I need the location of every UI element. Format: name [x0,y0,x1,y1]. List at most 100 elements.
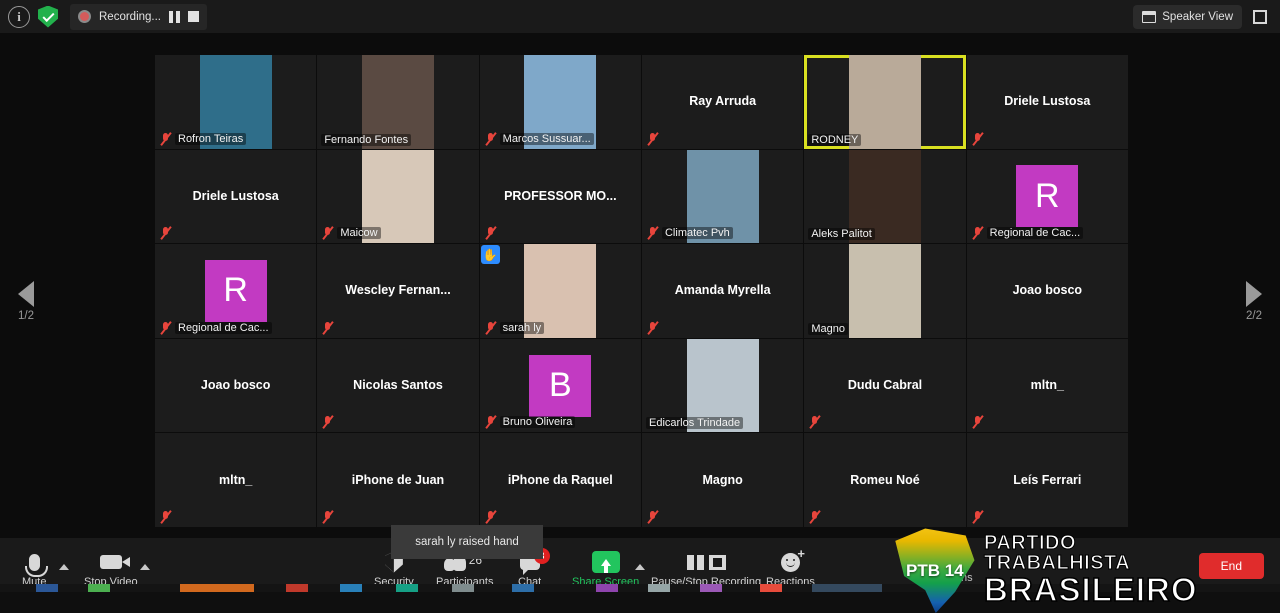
participant-name-badge [484,510,497,524]
participant-name: PROFESSOR MO... [504,188,617,203]
participant-tile[interactable]: Fernando Fontes [317,55,479,149]
participant-tile[interactable]: Maicow [317,149,479,244]
participant-tile[interactable]: mltn_ [966,338,1128,433]
reactions-button[interactable]: Reactions [766,547,815,589]
participant-tile[interactable]: iPhone de Juan [317,433,479,527]
chevron-right-icon [1246,281,1262,307]
participant-name-badge: Edicarlos Trindade [645,417,744,430]
participant-name: Aleks Palitot [808,228,875,241]
mic-muted-icon [971,415,984,429]
speaker-view-button[interactable]: Speaker View [1133,5,1242,29]
participant-name: Marcos Sussuar... [499,132,594,145]
ptb-logo-overlay: PTB 14 PARTIDO TRABALHISTA BRASILEIRO [890,525,1200,613]
participant-name-badge: Rofron Teiras [159,132,247,146]
ptb-line1: PARTIDO TRABALHISTA [984,531,1131,574]
participant-tile[interactable]: iPhone da Raquel [479,433,641,527]
end-button[interactable]: End [1198,553,1264,579]
microphone-icon [24,550,48,577]
participant-tile[interactable]: R Regional de Cac... [155,244,317,338]
participant-tile[interactable]: R Regional de Cac... [966,149,1128,244]
mic-muted-icon [971,226,984,240]
participant-name: mltn_ [218,472,253,487]
mic-muted-icon [484,415,497,429]
layout-icon [1142,11,1157,23]
participant-tile[interactable]: PROFESSOR MO... [479,149,641,244]
fullscreen-icon[interactable] [1248,5,1272,29]
mic-muted-icon [321,510,334,524]
stop-icon[interactable] [188,11,200,22]
participant-tile[interactable]: Magno [804,244,966,338]
participant-tile[interactable]: Nicolas Santos [317,338,479,433]
shield-check-icon[interactable] [38,5,58,28]
share-screen-button[interactable]: Share Screen [572,550,639,588]
share-screen-icon [591,550,620,574]
participant-tile[interactable]: Driele Lustosa [966,55,1128,149]
participant-tile[interactable]: Joao bosco [155,338,317,433]
participant-name: iPhone da Raquel [507,472,613,487]
participant-name-badge: Regional de Cac... [971,226,1084,240]
participant-name: mltn_ [1030,378,1064,393]
participant-name-badge: sarah ly [484,321,545,335]
participant-tile[interactable]: mltn_ [155,433,317,527]
mic-muted-icon [646,321,659,335]
participant-tile[interactable]: Ray Arruda [641,55,804,149]
ptb-badge-text: PTB 14 [906,561,964,580]
audio-options-chevron-icon[interactable] [59,564,69,570]
participant-tile[interactable]: Wescley Fernan... [317,244,479,338]
ptb-badge-icon: PTB 14 [890,525,978,613]
share-options-chevron-icon[interactable] [635,564,645,570]
participant-name: Driele Lustosa [1004,94,1091,109]
participant-name: Edicarlos Trindade [645,417,744,430]
participant-tile[interactable]: Amanda Myrella [641,244,804,338]
pause-stop-recording-button[interactable]: Pause/Stop Recording [651,550,761,588]
chevron-left-icon [18,281,34,307]
participant-name: RODNEY [808,133,862,146]
mute-button[interactable]: Mute [22,550,48,588]
participant-name-badge [971,132,984,146]
participant-name-badge [321,321,334,335]
participant-name: Maicow [337,227,381,240]
participant-name-badge [646,132,659,146]
participant-name: Joao bosco [1012,283,1083,298]
mic-muted-icon [321,415,334,429]
participant-name-badge: Bruno Oliveira [484,415,576,429]
participant-name: Rofron Teiras [175,132,247,145]
participant-name-badge: Climatec Pvh [646,226,733,240]
participant-name-badge [646,321,659,335]
mic-muted-icon [159,510,172,524]
participant-name-badge: RODNEY [808,133,862,146]
participant-tile[interactable]: Aleks Palitot [804,149,966,244]
participant-tile[interactable]: RODNEY [804,55,966,149]
avatar: R [204,259,267,322]
stop-video-button[interactable]: Stop Video [84,550,138,588]
next-page-button[interactable]: 2/2 [1230,281,1278,322]
mic-muted-icon [646,226,659,240]
mic-muted-icon [971,510,984,524]
prev-page-button[interactable]: 1/2 [2,281,50,322]
mic-muted-icon [321,321,334,335]
participant-name-badge [321,415,334,429]
participant-tile[interactable]: Climatec Pvh [641,149,804,244]
mic-muted-icon [484,132,497,146]
video-options-chevron-icon[interactable] [140,564,150,570]
participant-tile[interactable]: ✋ sarah ly [479,244,641,338]
participant-tile[interactable]: B Bruno Oliveira [479,338,641,433]
participant-tile[interactable]: Dudu Cabral [804,338,966,433]
participant-tile[interactable]: Leís Ferrari [966,433,1128,527]
participant-tile[interactable]: Rofron Teiras [155,55,317,149]
participant-tile[interactable]: Edicarlos Trindade [641,338,804,433]
participant-name: Joao bosco [200,378,271,393]
participant-name: Romeu Noé [850,472,920,487]
camera-icon [99,550,130,574]
participant-name-badge [971,510,984,524]
participant-tile[interactable]: Joao bosco [966,244,1128,338]
participant-name: Fernando Fontes [321,133,412,146]
participant-tile[interactable]: Driele Lustosa [155,149,317,244]
participant-tile[interactable]: Romeu Noé [804,433,966,527]
participant-tile[interactable]: Magno [641,433,804,527]
info-icon[interactable]: i [8,5,30,28]
pause-icon[interactable] [169,10,181,23]
mic-muted-icon [808,415,821,429]
participant-tile[interactable]: Marcos Sussuar... [479,55,641,149]
view-controls: Speaker View [1133,5,1272,29]
